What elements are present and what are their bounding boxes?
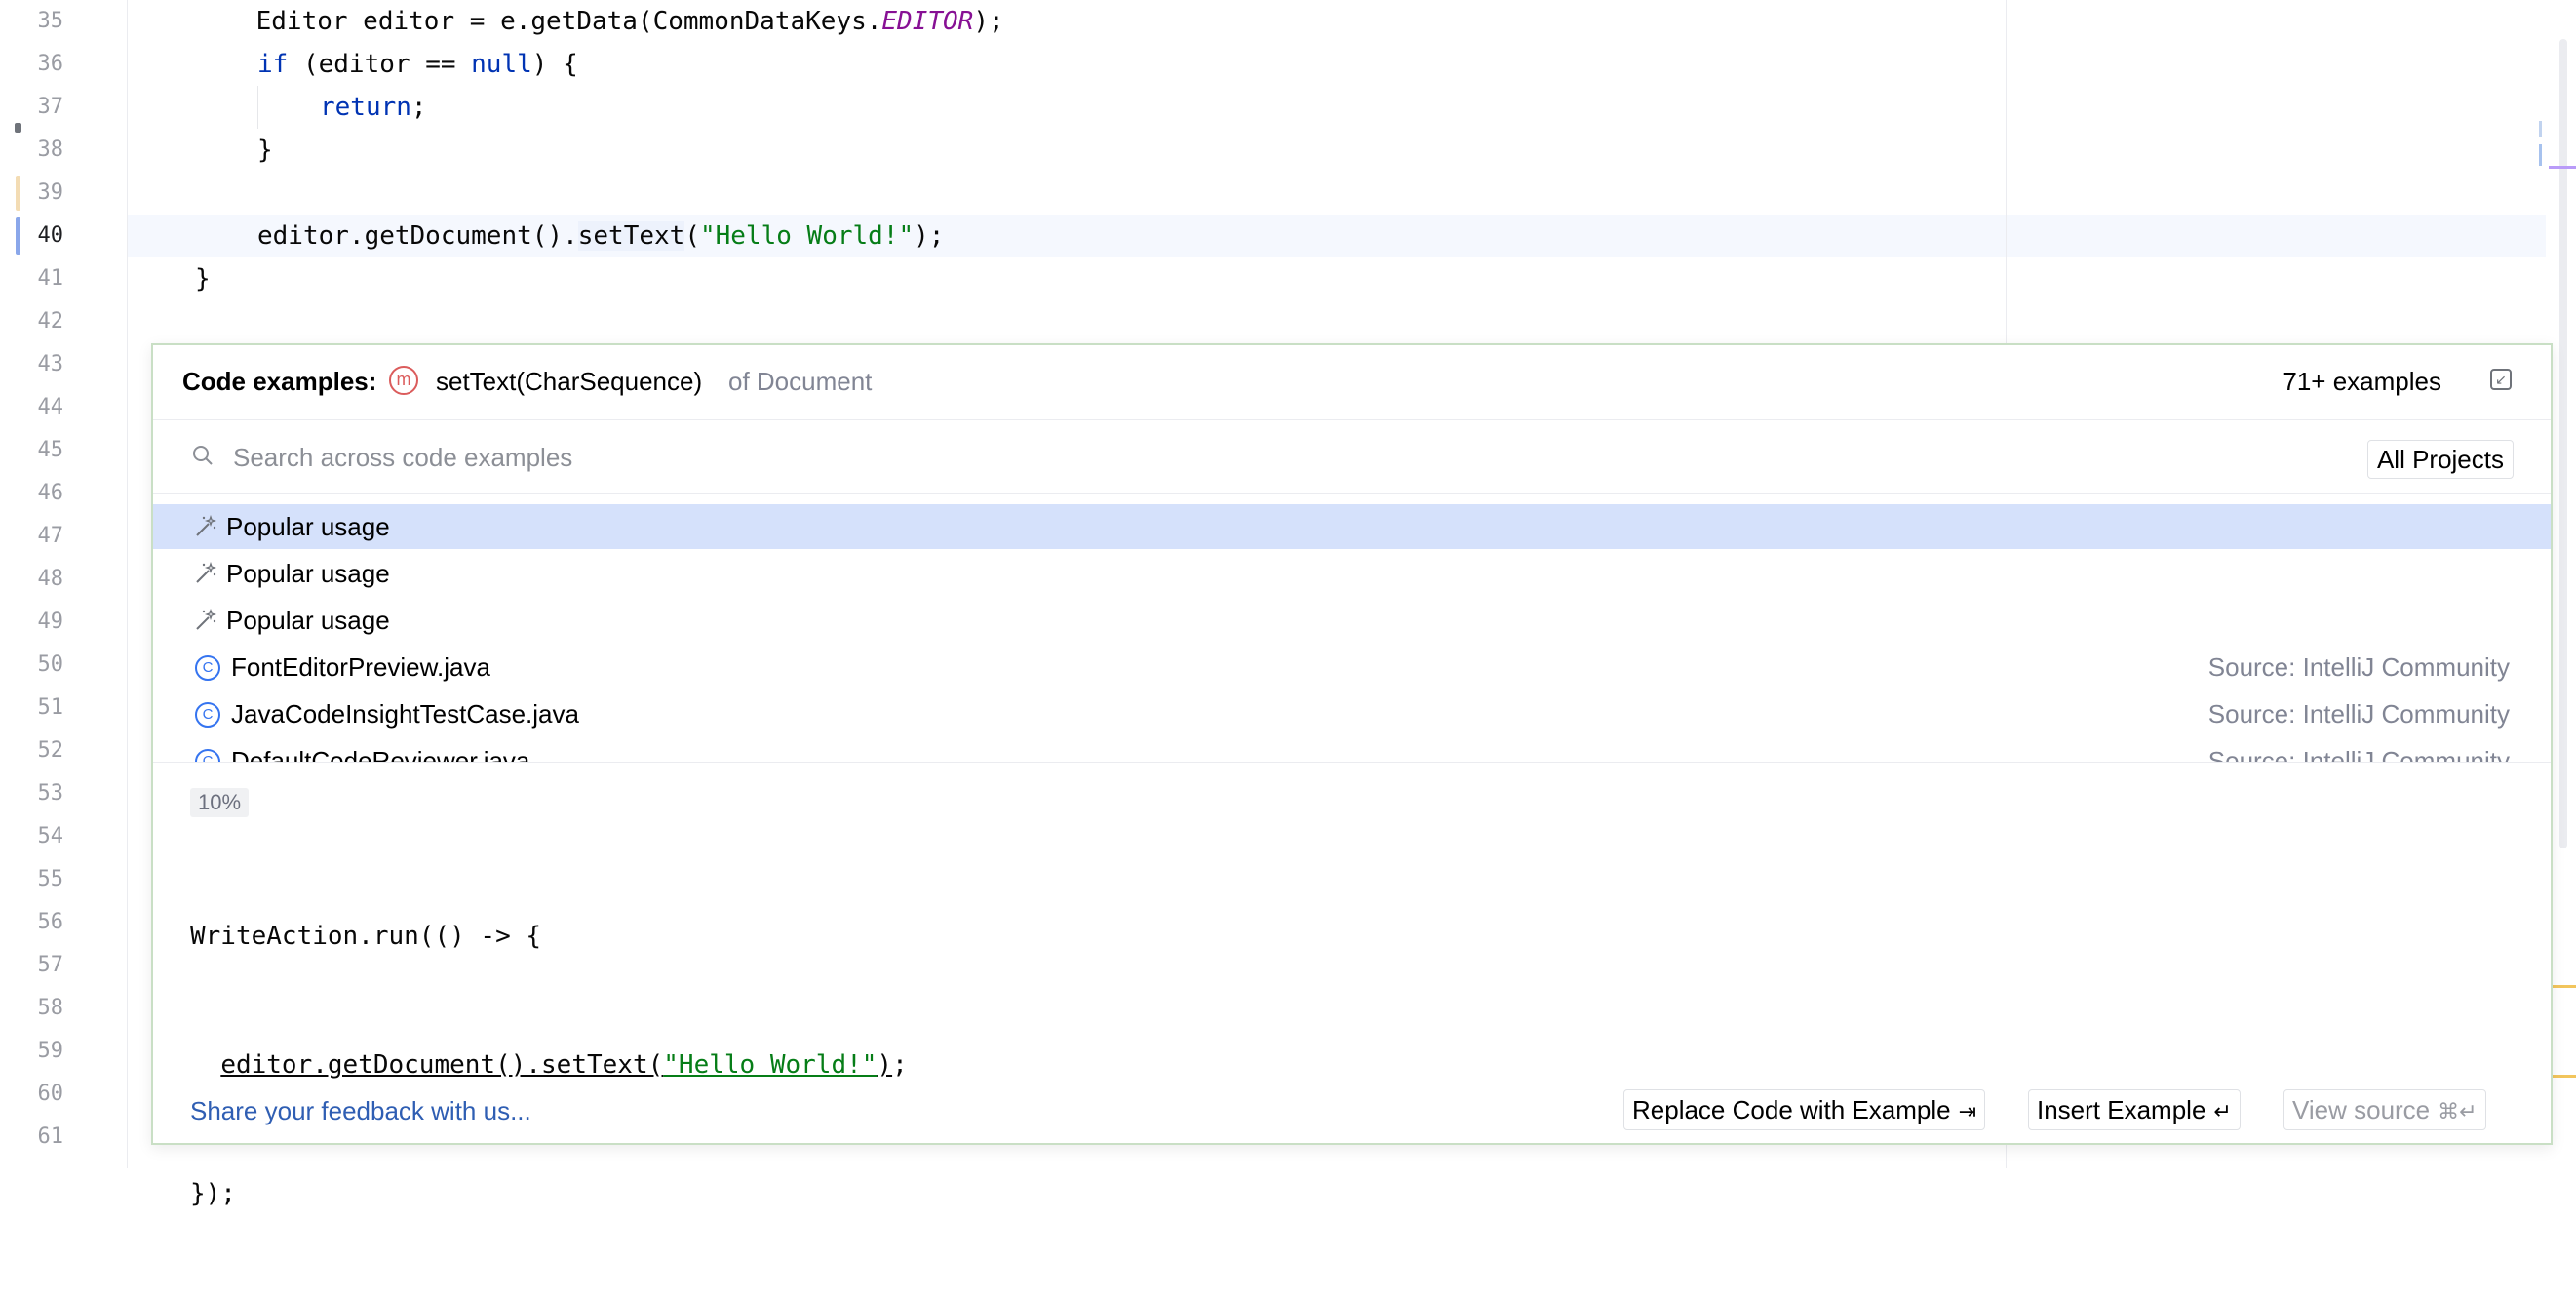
error-stripe-mark[interactable] [2553,1075,2576,1078]
line-number[interactable]: 54 [5,815,64,858]
line-number[interactable]: 49 [5,601,64,644]
replace-code-label: Replace Code with Example [1632,1095,1951,1124]
code-keyword-if: if [257,50,289,79]
line-number[interactable]: 47 [5,515,64,558]
line-number[interactable]: 58 [5,987,64,1030]
line-number[interactable]: 43 [5,343,64,386]
popup-title: Code examples: [182,367,377,396]
cmd-enter-icon: ⌘↵ [2438,1099,2478,1124]
code-editor[interactable]: Editor editor = e.getData(CommonDataKeys… [0,0,1004,300]
list-item-label: Popular usage [226,559,390,588]
code-line-38: } [257,136,273,165]
replace-code-button[interactable]: Replace Code with Example ⇥ [1623,1089,1986,1130]
class-icon: C [195,702,220,728]
line-number[interactable]: 59 [5,1030,64,1073]
list-item-label: Popular usage [226,512,390,541]
example-line: }); [190,1179,236,1208]
list-item-label: DefaultCodeReviewer.java [231,746,530,763]
list-item[interactable]: C FontEditorPreview.java Source: Intelli… [153,645,2551,690]
scrollbar-thumb[interactable] [2559,39,2567,848]
search-icon [193,446,213,465]
example-string: "Hello World!" [663,1050,878,1080]
line-number[interactable]: 45 [5,429,64,472]
code-keyword-return: return [320,93,411,122]
line-number[interactable]: 51 [5,687,64,729]
list-item[interactable]: C DefaultCodeReviewer.java Source: Intel… [153,738,2551,763]
view-source-button[interactable]: View source ⌘↵ [2283,1089,2486,1130]
insert-example-button[interactable]: Insert Example ↵ [2028,1089,2241,1130]
line-number[interactable]: 55 [5,858,64,901]
list-item[interactable]: Popular usage [153,598,2551,643]
code-keyword-null: null [471,50,532,79]
code-string: "Hello World!" [699,221,915,251]
class-icon: C [195,655,220,681]
example-punct: ; [892,1050,908,1080]
feedback-link[interactable]: Share your feedback with us... [190,1096,531,1126]
example-punct: ) [877,1050,893,1080]
usage-percent-badge: 10% [190,788,250,817]
example-code-preview: WriteAction.run(() -> { editor.getDocume… [190,829,908,1301]
method-owner-class: of Document [728,367,873,396]
examples-list[interactable]: Popular usage Popular usage Popular usag… [153,504,2551,763]
line-number[interactable]: 57 [5,944,64,987]
magic-wand-icon [196,562,217,583]
code-punct: ); [914,221,945,251]
popup-header: Code examples: m setText(CharSequence) o… [153,345,2551,420]
view-source-label: View source [2292,1095,2431,1124]
line-number[interactable]: 61 [5,1116,64,1159]
code-line-41: } [195,264,211,294]
line-number[interactable]: 53 [5,772,64,815]
error-stripe-mark[interactable] [2539,144,2542,166]
insert-example-label: Insert Example [2037,1095,2206,1124]
code-line-36: (editor == [288,50,472,79]
class-icon: C [195,749,220,762]
scope-selector-button[interactable]: All Projects [2366,440,2514,479]
line-number[interactable]: 52 [5,729,64,772]
search-bar: All Projects [153,420,2551,494]
list-item[interactable]: Popular usage [153,504,2551,549]
list-item[interactable]: C JavaCodeInsightTestCase.java Source: I… [153,691,2551,736]
example-line-call: editor.getDocument().setText( [220,1050,664,1080]
list-item-source: Source: IntelliJ Community [2207,746,2510,763]
example-line: WriteAction.run(() -> { [190,922,542,951]
magic-wand-icon [196,609,217,630]
line-number[interactable]: 60 [5,1073,64,1116]
list-item-label: FontEditorPreview.java [231,652,490,682]
code-line-35: Editor editor = e.getData(CommonDataKeys… [195,7,882,36]
line-number[interactable]: 50 [5,644,64,687]
error-stripe-mark[interactable] [2549,166,2576,169]
code-method-settext[interactable]: setText [577,221,685,251]
error-stripe-mark[interactable] [2539,121,2542,137]
list-item-label: Popular usage [226,606,390,635]
method-icon: m [389,366,418,395]
line-number[interactable]: 56 [5,901,64,944]
line-number[interactable]: 48 [5,558,64,601]
code-line-40: editor.getDocument(). [257,221,578,251]
indent-guide [257,86,258,129]
collapse-popup-icon[interactable]: ↙ [2490,369,2512,390]
code-constant: EDITOR [881,7,974,36]
code-punct: ); [973,7,1004,36]
search-input[interactable] [231,438,1990,477]
tab-key-icon: ⇥ [1958,1099,1977,1124]
code-examples-popup[interactable]: Code examples: m setText(CharSequence) o… [151,343,2553,1208]
enter-key-icon: ↵ [2213,1099,2232,1124]
examples-count: 71+ examples [2283,367,2441,396]
list-item-label: JavaCodeInsightTestCase.java [231,699,579,729]
code-punct: ) { [531,50,578,79]
code-punct: ( [684,221,700,251]
list-item-source: Source: IntelliJ Community [2207,652,2510,682]
magic-wand-icon [196,515,217,536]
code-punct: ; [410,93,427,122]
list-item[interactable]: Popular usage [153,551,2551,596]
line-number[interactable]: 44 [5,386,64,429]
line-number[interactable]: 46 [5,472,64,515]
line-number[interactable]: 42 [5,300,64,343]
list-item-source: Source: IntelliJ Community [2207,699,2510,729]
error-stripe-mark[interactable] [2553,985,2576,988]
method-signature: setText(CharSequence) [436,367,703,396]
